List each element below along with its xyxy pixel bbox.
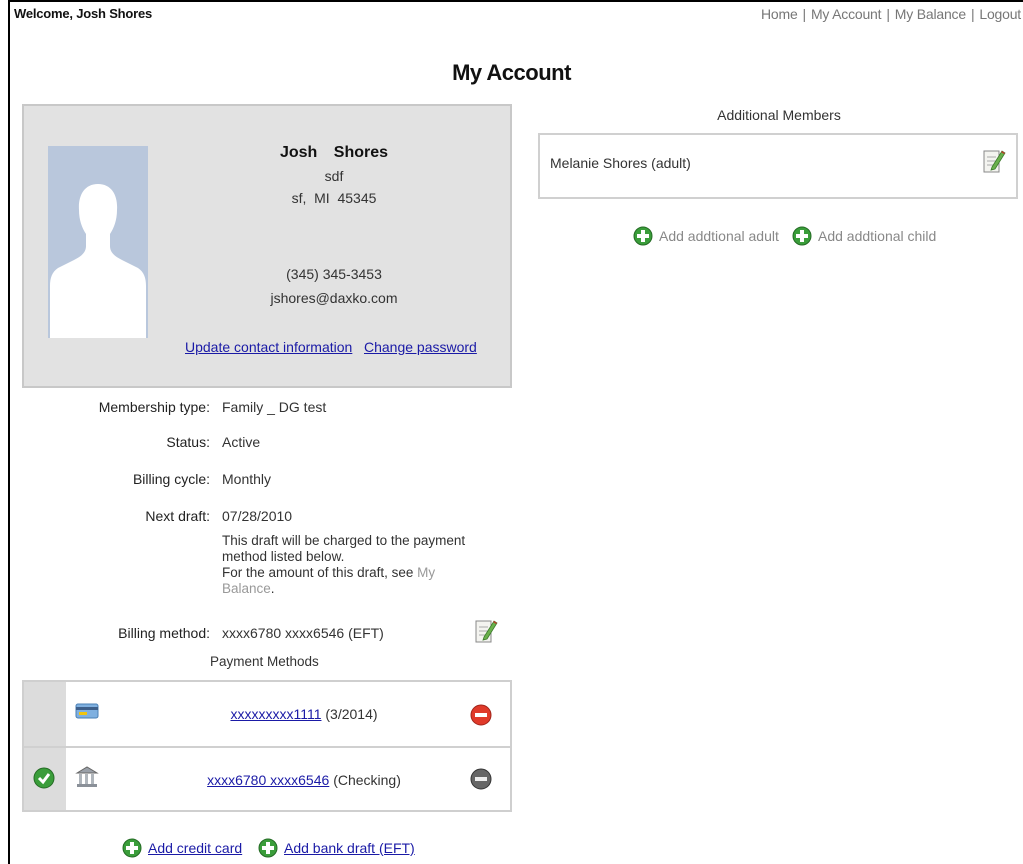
add-icon [633, 226, 653, 246]
add-additional-child-button[interactable]: Add addtional child [792, 226, 936, 246]
billing-cycle-label: Billing cycle: [132, 471, 210, 487]
default-checkmark-icon [33, 767, 55, 789]
additional-members-title: Additional Members [717, 107, 841, 123]
next-draft-label: Next draft: [145, 508, 210, 524]
add-credit-card-button[interactable]: Add credit card [122, 838, 242, 858]
edit-notepad-icon [983, 150, 1006, 173]
window-frame-top [8, 0, 1023, 2]
payment-method-link[interactable]: xxxx6780 xxxx6546 [207, 772, 329, 788]
add-bank-draft-button[interactable]: Add bank draft (EFT) [258, 838, 415, 858]
avatar [48, 146, 148, 338]
add-icon [258, 838, 278, 858]
profile-name: Josh Shores [279, 144, 389, 161]
next-draft-value: 07/28/2010 [222, 508, 293, 524]
membership-type-value: Family _ DG test [222, 399, 327, 415]
change-password-link[interactable]: Change password [364, 339, 477, 355]
page-title: My Account [452, 60, 571, 85]
city-state-zip: sf, MI 45345 [291, 190, 377, 206]
payment-methods-title: Payment Methods [210, 654, 319, 669]
billing-method-value: xxxx6780 xxxx6546 (EFT) [222, 625, 384, 641]
address-line-1: sdf [324, 168, 344, 184]
remove-payment-method-button[interactable] [470, 768, 492, 790]
email-address: jshores@daxko.com [270, 290, 398, 306]
nav-my-balance-link[interactable]: My Balance [895, 6, 966, 22]
window-frame-left [8, 0, 10, 864]
credit-card-icon [74, 698, 102, 724]
profile-card: Josh Shores sdf sf, MI 45345 (345) 345-3… [22, 104, 512, 388]
edit-member-button[interactable] [982, 147, 1006, 175]
nav-home-link[interactable]: Home [761, 6, 798, 22]
add-additional-adult-button[interactable]: Add addtional adult [633, 226, 779, 246]
add-icon [792, 226, 812, 246]
phone-number: (345) 345-3453 [286, 266, 382, 282]
payment-method-row: xxxx6780 xxxx6546 (Checking) [24, 746, 510, 811]
welcome-message: Welcome, Josh Shores [14, 6, 153, 21]
billing-cycle-value: Monthly [222, 471, 272, 487]
remove-disabled-icon [470, 768, 492, 790]
add-icon [122, 838, 142, 858]
member-name: Melanie Shores (adult) [550, 155, 691, 171]
nav-my-account-link[interactable]: My Account [811, 6, 882, 22]
status-value: Active [222, 434, 261, 450]
edit-notepad-icon [475, 620, 498, 643]
payment-methods-table: xxxxxxxxx1111 (3/2014) xxxx6780 xxxx6546… [22, 680, 512, 812]
top-navigation: Home | My Account | My Balance | Logout [760, 6, 1021, 22]
status-label: Status: [166, 434, 210, 450]
edit-billing-method-button[interactable] [474, 617, 498, 645]
draft-note: This draft will be charged to the paymen… [222, 533, 466, 596]
additional-members-list: Melanie Shores (adult) [538, 133, 1018, 199]
billing-method-label: Billing method: [118, 625, 210, 641]
bank-icon [74, 764, 102, 790]
person-silhouette-icon [48, 146, 148, 338]
remove-payment-method-button[interactable] [470, 704, 492, 726]
payment-method-link[interactable]: xxxxxxxxx1111 [230, 706, 321, 722]
remove-icon [470, 704, 492, 726]
nav-logout-link[interactable]: Logout [979, 6, 1021, 22]
membership-type-label: Membership type: [98, 399, 210, 415]
update-contact-link[interactable]: Update contact information [185, 339, 352, 355]
payment-method-row: xxxxxxxxx1111 (3/2014) [24, 682, 510, 745]
